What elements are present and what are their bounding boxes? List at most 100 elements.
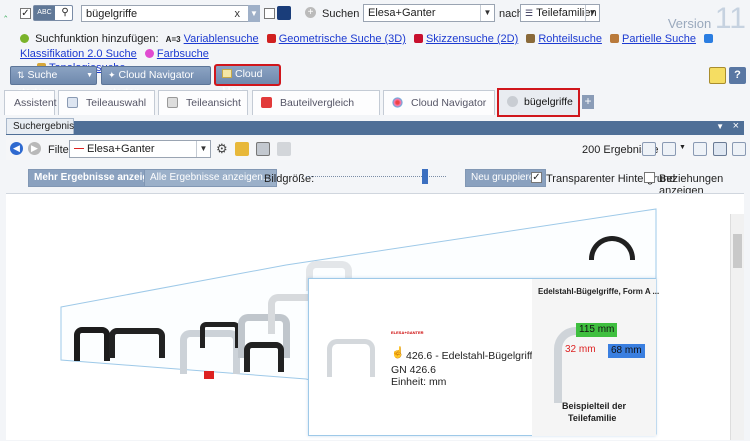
chevron-down-icon: ▼ — [196, 141, 210, 157]
search-input[interactable]: bügelgriffe x — [81, 5, 249, 22]
tab-assistant[interactable]: Assistent — [4, 90, 57, 115]
part-thumbnail[interactable] — [200, 322, 240, 348]
close-icon[interactable]: × — [733, 120, 739, 132]
chevron-down-icon[interactable]: ▼ — [679, 144, 686, 151]
add-tab-button[interactable]: + — [582, 95, 594, 109]
start-search-button[interactable]: ⇅Suche starten ▼ — [10, 66, 97, 98]
add-icon[interactable]: + — [305, 7, 316, 18]
add-function-label: Suchfunktion hinzufügen: — [35, 33, 159, 45]
tab-part-view[interactable]: Teileansicht — [158, 90, 248, 115]
back-icon[interactable]: ◀ — [10, 142, 23, 155]
clear-search-button[interactable]: x — [235, 6, 241, 22]
filter-select[interactable]: Elesa+Ganter ▼ — [69, 140, 211, 158]
tab-part-selection[interactable]: Teileauswahl — [58, 90, 155, 115]
variable-search-link[interactable]: Variablensuche — [184, 33, 259, 45]
transparent-background-label: Transparenter Hintergrund — [546, 173, 676, 185]
catalog-book-icon[interactable] — [277, 6, 291, 20]
catalog-select[interactable]: Elesa+Ganter ▼ — [363, 4, 495, 22]
search-option-checkbox[interactable] — [264, 8, 275, 19]
cloud-navigator-icon — [392, 97, 403, 108]
compare-icon — [261, 97, 272, 108]
result-toolbar: ◀ ▶ Filter: Elesa+Ganter ▼ ⚙ 200 Ergebni… — [6, 138, 746, 160]
tab-cloud-navigator[interactable]: Cloud Navigator — [383, 90, 495, 115]
gallery-view-icon[interactable] — [732, 142, 746, 156]
cloud-view-icon[interactable] — [713, 142, 727, 156]
filter-line-icon — [74, 148, 84, 149]
search-history-dropdown[interactable]: ▼ — [248, 5, 260, 22]
help-icon[interactable]: ? — [729, 67, 746, 84]
list-icon — [67, 97, 78, 108]
cloud-navigator-icon: ✦ — [108, 70, 116, 80]
result-panel-title: Suchergebnis — [6, 118, 74, 134]
sketch-search-icon — [413, 34, 423, 43]
forward-icon[interactable]: ▶ — [28, 142, 41, 155]
family-title: Edelstahl-Bügelgriffe, Form A ... — [538, 287, 660, 296]
color-search-icon — [144, 49, 154, 58]
raw-part-search-icon — [526, 34, 536, 43]
dimension-width: 32 mm — [565, 344, 596, 355]
favorite-folder-icon[interactable] — [235, 142, 249, 156]
grid-view-icon[interactable] — [693, 142, 707, 156]
add-function-icon — [20, 34, 29, 43]
search-enable-checkbox[interactable] — [20, 8, 31, 19]
sketch-search-link[interactable]: Skizzensuche (2D) — [426, 33, 518, 45]
part-unit: Einheit: mm — [391, 376, 447, 388]
add-search-function: Suchfunktion hinzufügen: A=3 Variablensu… — [20, 32, 720, 74]
search-icon[interactable]: ⚲ — [57, 6, 73, 20]
tab-search-result[interactable]: bügelgriffe — [497, 88, 580, 117]
panel-menu-dropdown[interactable]: ▼ — [716, 122, 724, 131]
tab-part-compare[interactable]: Bauteilvergleich — [252, 90, 380, 115]
part-thumbnail[interactable] — [244, 342, 284, 372]
part-thumbnail-accent — [204, 371, 214, 379]
version-label: Version 11 — [668, 2, 746, 36]
start-search-icon: ⇅ — [17, 70, 25, 80]
classification-search-link[interactable]: Klassifikation 2.0 Suche — [20, 48, 137, 60]
filter-funnel-icon[interactable] — [277, 142, 291, 156]
family-preview: Edelstahl-Bügelgriffe, Form A ... 115 mm… — [532, 279, 660, 436]
cloud-map-icon — [222, 69, 232, 78]
partial-search-icon — [610, 34, 619, 43]
dimension-height: 68 mm — [608, 344, 645, 358]
text-search-icon — [507, 96, 518, 107]
part-preview-thumbnail — [327, 339, 375, 377]
raw-part-search-link[interactable]: Rohteilsuche — [538, 33, 602, 45]
result-panel-header: ▼ × — [6, 120, 744, 135]
geometric-search-link[interactable]: Geometrische Suche (3D) — [279, 33, 406, 45]
geometric-search-icon — [266, 34, 276, 43]
list-view-icon[interactable] — [642, 142, 656, 156]
show-relations-checkbox[interactable] — [644, 172, 655, 183]
collapse-icon[interactable]: ‸ — [4, 7, 7, 18]
all-results-button[interactable]: Alle Ergebnisse anzeigen... — [144, 169, 278, 187]
classification-search-icon — [704, 34, 714, 43]
part-thumbnail[interactable] — [109, 328, 165, 358]
detail-view-icon[interactable] — [662, 142, 676, 156]
version-number: 11 — [714, 2, 746, 35]
chevron-down-icon: ▼ — [480, 5, 494, 21]
text-mode-button[interactable]: ABC — [34, 6, 55, 20]
user-settings-icon[interactable] — [709, 67, 726, 84]
target-select[interactable]: ☰ Teilefamilien ▼ — [520, 4, 600, 22]
chevron-down-icon: ▼ — [585, 5, 599, 21]
color-search-link[interactable]: Farbsuche — [157, 48, 209, 60]
dimension-length: 115 mm — [576, 323, 618, 337]
export-icon[interactable] — [256, 142, 270, 156]
settings-gear-icon[interactable]: ⚙ — [216, 142, 228, 155]
part-norm: GN 426.6 — [391, 364, 436, 376]
partial-search-link[interactable]: Partielle Suche — [622, 33, 696, 45]
variable-search-icon: A=3 — [165, 35, 181, 44]
cloud-map-button[interactable]: Cloud Map — [214, 64, 281, 97]
scrollbar-thumb[interactable] — [733, 234, 742, 268]
transparent-background-checkbox[interactable] — [531, 172, 542, 183]
list-icon: ☰ — [525, 8, 534, 18]
cursor-icon: ☝ — [391, 347, 405, 359]
cube-icon — [167, 97, 178, 108]
part-info-popup: ELESA+GANTER ☝ 426.6 - Edelstahl-Bügelgr… — [308, 278, 660, 436]
cloud-navigator-start-button[interactable]: ✦Cloud Navigator starten — [101, 66, 211, 98]
image-size-slider-thumb[interactable] — [422, 169, 428, 184]
chevron-down-icon[interactable]: ▼ — [86, 67, 93, 84]
example-caption-2: Teilefamilie — [568, 413, 617, 423]
part-thumbnail[interactable] — [74, 327, 110, 361]
manufacturer-logo: ELESA+GANTER — [391, 330, 424, 335]
vertical-scrollbar[interactable] — [730, 214, 744, 440]
search-mode-toggle[interactable]: ABC ⚲ — [33, 5, 73, 21]
